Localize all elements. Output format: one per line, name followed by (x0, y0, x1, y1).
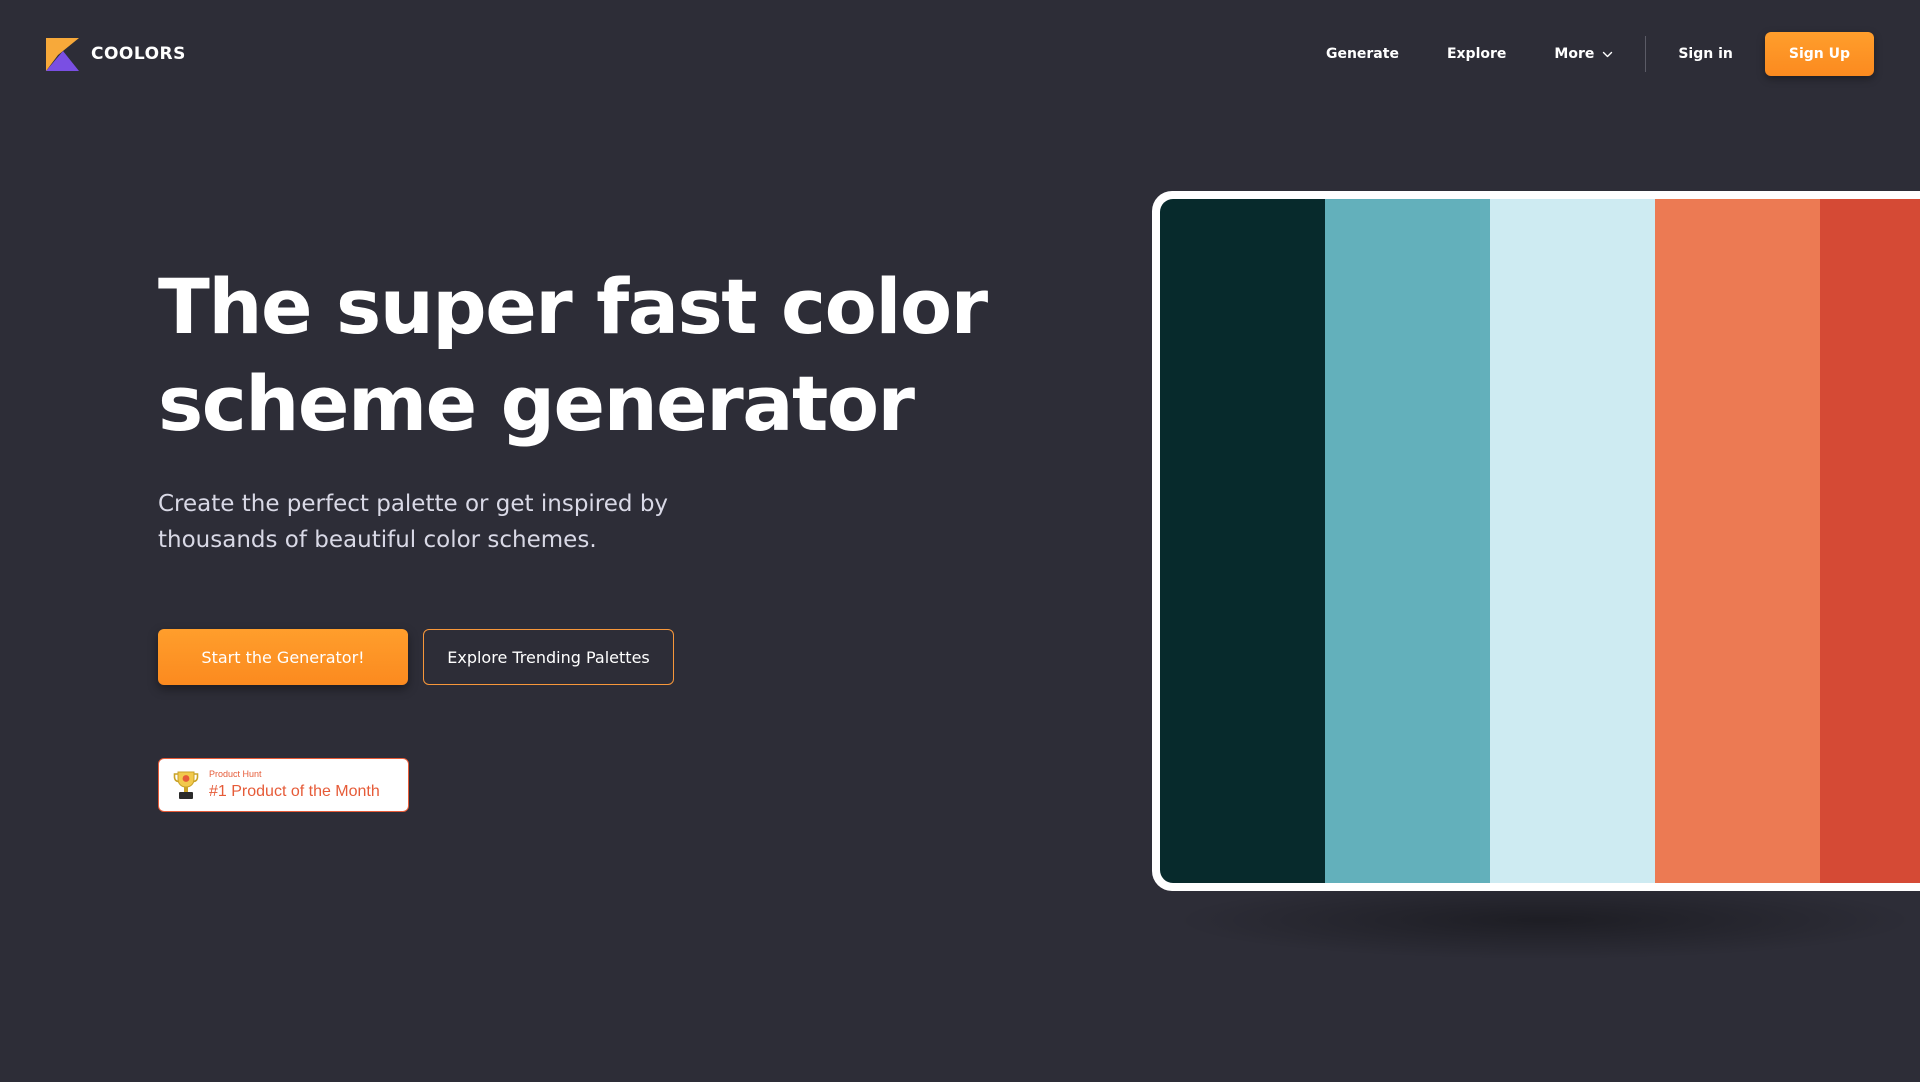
palette-shadow (1170, 880, 1920, 960)
nav-explore-link[interactable]: Explore (1447, 46, 1506, 62)
palette-swatch-5[interactable] (1820, 199, 1920, 883)
palette-swatch-4[interactable] (1655, 199, 1820, 883)
page: COOLORS Generate Explore More Sign in Si… (0, 0, 1920, 1082)
sign-in-link[interactable]: Sign in (1678, 46, 1733, 62)
trophy-icon (173, 771, 199, 799)
logo-link[interactable]: COOLORS (46, 37, 186, 71)
nav-generate-link[interactable]: Generate (1326, 46, 1399, 62)
nav-more-dropdown[interactable]: More (1554, 46, 1613, 62)
product-hunt-label: Product Hunt (209, 768, 262, 779)
chevron-down-icon (1603, 51, 1613, 57)
explore-trending-palettes-button[interactable]: Explore Trending Palettes (423, 629, 674, 685)
sign-up-button[interactable]: Sign Up (1764, 32, 1874, 76)
nav-divider (1645, 36, 1647, 72)
product-hunt-text: Product Hunt #1 Product of the Month (209, 769, 380, 802)
logo-text: COOLORS (91, 44, 186, 64)
hero-title-line-1: The super fast color (158, 262, 988, 351)
nav-more-label: More (1554, 46, 1595, 62)
hero-subtitle-line-1: Create the perfect palette or get inspir… (158, 491, 669, 517)
palette-swatch-1[interactable] (1160, 199, 1325, 883)
coolors-logo-icon (46, 37, 79, 71)
main-nav: Generate Explore More Sign in Sign Up (1326, 32, 1874, 76)
hero-title-line-2: scheme generator (158, 359, 915, 448)
hero-subtitle: Create the perfect palette or get inspir… (158, 486, 798, 558)
palette-swatch-2[interactable] (1325, 199, 1490, 883)
product-of-month-label: #1 Product of the Month (209, 782, 380, 800)
hero-subtitle-line-2: thousands of beautiful color schemes. (158, 527, 597, 553)
palette-swatches (1160, 199, 1920, 883)
palette-swatch-3[interactable] (1490, 199, 1655, 883)
header: COOLORS Generate Explore More Sign in Si… (0, 0, 1920, 110)
product-hunt-badge[interactable]: Product Hunt #1 Product of the Month (158, 758, 409, 812)
palette-preview-card (1152, 191, 1920, 891)
start-generator-button[interactable]: Start the Generator! (158, 629, 408, 685)
hero-title: The super fast color scheme generator (158, 258, 1058, 452)
